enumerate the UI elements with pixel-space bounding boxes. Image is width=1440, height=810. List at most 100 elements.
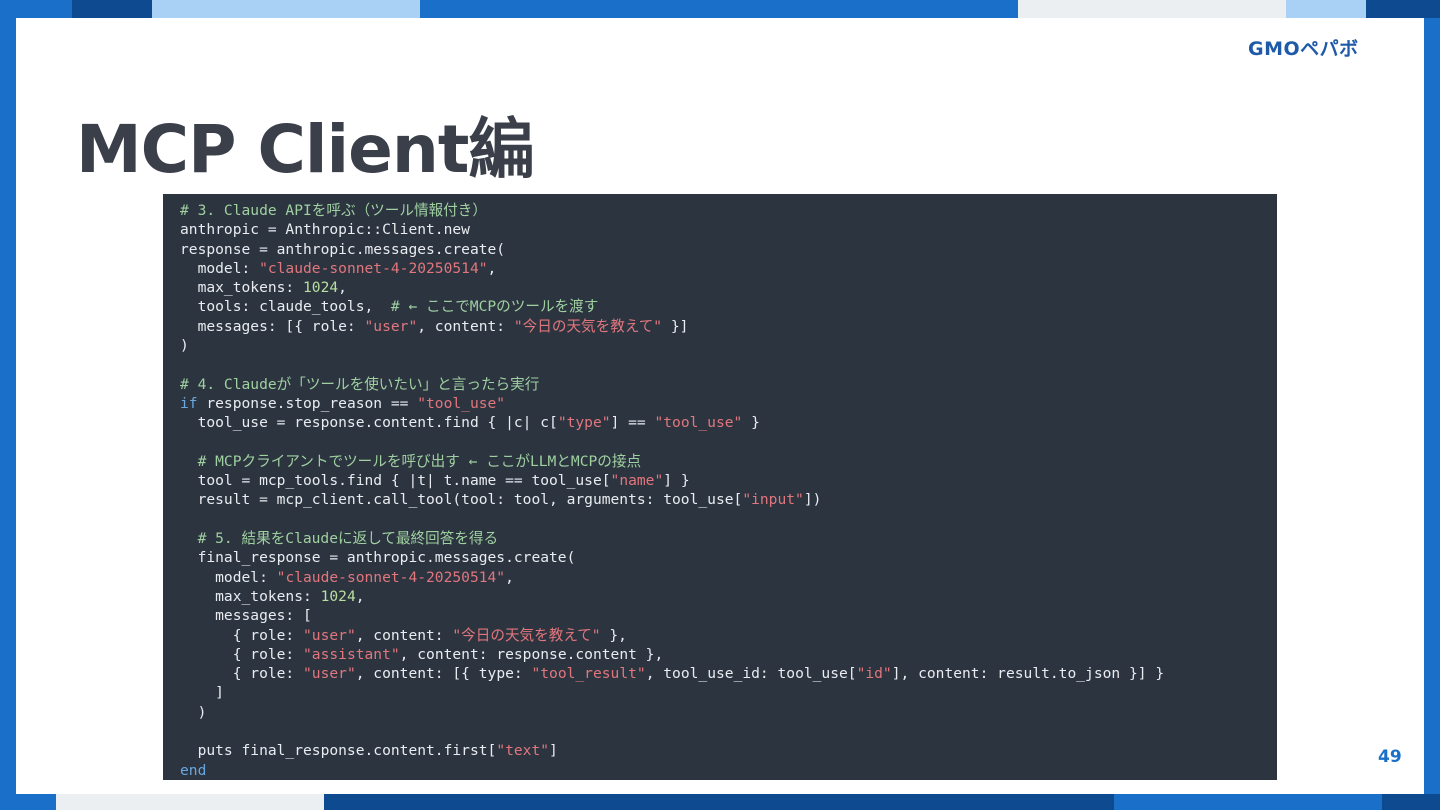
code-line: max_tokens: 1024, xyxy=(180,587,1164,606)
code-token-plain: model: xyxy=(180,568,277,586)
bottom-frame-stripe xyxy=(0,794,1440,810)
code-token-string: "今日の天気を教えて" xyxy=(452,626,601,644)
code-token-plain: , xyxy=(338,279,347,297)
code-token-string: "tool_result" xyxy=(531,665,646,683)
code-token-plain: , content: xyxy=(417,317,514,335)
code-token-keyword: if xyxy=(180,394,198,412)
gmo-pepabo-logo: GMOペパボ xyxy=(1248,36,1359,60)
code-token-comment: # 4. Claudeが「ツールを使いたい」と言ったら実行 xyxy=(180,375,540,393)
code-token-string: "user" xyxy=(364,317,418,335)
code-line: tools: claude_tools, # ← ここでMCPのツールを渡す xyxy=(180,297,1164,316)
code-token-plain: , content: xyxy=(355,626,453,644)
code-token-string: "id" xyxy=(856,665,892,683)
code-token-comment: # ← ここでMCPのツールを渡す xyxy=(390,298,599,316)
code-line: puts final_response.content.first["text"… xyxy=(180,741,1164,760)
code-line: # 5. 結果をClaudeに返して最終回答を得る xyxy=(180,529,1164,548)
frame-segment xyxy=(72,0,152,18)
code-token-plain: ] xyxy=(180,684,224,702)
code-token-plain: max_tokens: xyxy=(180,587,321,605)
logo-wordmark: GMOペパボ xyxy=(1248,37,1359,60)
code-token-plain: puts final_response.content.first[ xyxy=(180,742,497,760)
code-token-plain: result = mcp_client.call_tool(tool: tool… xyxy=(180,491,743,509)
code-line: tool_use = response.content.find { |c| c… xyxy=(180,413,1164,432)
code-token-plain: ] xyxy=(549,742,558,760)
code-token-plain: , tool_use_id: tool_use[ xyxy=(645,665,857,683)
code-line: model: "claude-sonnet-4-20250514", xyxy=(180,568,1164,587)
code-line: if response.stop_reason == "tool_use" xyxy=(180,394,1164,413)
code-token-plain: , xyxy=(355,587,365,605)
frame-segment xyxy=(324,794,1114,810)
code-token-string: "assistant" xyxy=(303,645,400,663)
code-token-plain: { role: xyxy=(180,665,304,683)
code-line: { role: "user", content: [{ type: "tool_… xyxy=(180,664,1164,683)
code-line: ) xyxy=(180,703,1164,722)
code-token-string: "user" xyxy=(303,665,356,683)
code-token-plain: final_response = anthropic.messages.crea… xyxy=(180,549,576,567)
code-block: # 3. Claude APIを呼ぶ（ツール情報付き） anthropic = A… xyxy=(163,194,1277,780)
code-token-plain: , xyxy=(487,259,497,277)
frame-segment xyxy=(420,0,1018,18)
code-token-plain: ] } xyxy=(663,472,690,490)
code-line: ) xyxy=(180,336,1164,355)
left-frame-bar xyxy=(0,18,16,794)
code-line: model: "claude-sonnet-4-20250514", xyxy=(180,259,1164,278)
code-line: end xyxy=(180,761,1164,780)
code-line: # 3. Claude APIを呼ぶ（ツール情報付き） xyxy=(180,201,1164,220)
code-line: # MCPクライアントでツールを呼び出す ← ここがLLMとMCPの接点 xyxy=(180,452,1164,471)
code-token-comment: # 5. 結果をClaudeに返して最終回答を得る xyxy=(197,530,499,548)
code-token-comment: # MCPクライアントでツールを呼び出す ← ここがLLMとMCPの接点 xyxy=(197,452,642,470)
code-token-string: "text" xyxy=(496,742,550,760)
code-line: messages: [ xyxy=(180,606,1164,625)
code-line: # 4. Claudeが「ツールを使いたい」と言ったら実行 xyxy=(180,375,1164,394)
frame-segment xyxy=(1286,0,1366,18)
code-token-string: "tool_use" xyxy=(654,414,743,432)
code-token-plain: anthropic = Anthropic::Client.new xyxy=(180,221,470,239)
code-token-plain: }] xyxy=(662,317,689,335)
frame-segment xyxy=(1114,794,1382,810)
frame-segment xyxy=(1366,0,1440,18)
frame-segment xyxy=(56,794,324,810)
code-token-plain: } xyxy=(742,414,760,432)
code-token-plain: , content: [{ type: xyxy=(355,665,532,683)
code-token-plain: { role: xyxy=(180,626,304,644)
code-token-string: "claude-sonnet-4-20250514" xyxy=(276,568,506,586)
code-token-plain: messages: [{ role: xyxy=(180,317,365,335)
code-token-string: "type" xyxy=(557,414,611,432)
code-token-plain: ) xyxy=(180,703,207,721)
code-line: messages: [{ role: "user", content: "今日の… xyxy=(180,317,1164,336)
code-line: { role: "user", content: "今日の天気を教えて" }, xyxy=(180,626,1164,645)
frame-segment xyxy=(0,0,72,18)
code-token-plain: model: xyxy=(180,259,260,277)
code-token-plain: tool_use = response.content.find { |c| c… xyxy=(180,414,558,432)
code-token-plain: tools: claude_tools, xyxy=(180,298,391,316)
code-token-plain: ], content: result.to_json }] } xyxy=(891,665,1165,683)
frame-segment xyxy=(0,794,56,810)
code-line: { role: "assistant", content: response.c… xyxy=(180,645,1164,664)
code-token-plain: ) xyxy=(180,337,189,355)
right-frame-bar xyxy=(1424,18,1440,794)
code-line: tool = mcp_tools.find { |t| t.name == to… xyxy=(180,471,1164,490)
code-token-string: "今日の天気を教えて" xyxy=(513,317,663,335)
code-token-string: "tool_use" xyxy=(417,394,506,412)
code-token-plain: , content: response.content }, xyxy=(399,645,664,663)
code-line: response = anthropic.messages.create( xyxy=(180,240,1164,259)
code-token-number: 1024 xyxy=(320,587,356,605)
code-token-keyword: end xyxy=(180,761,207,779)
code-token-plain: , xyxy=(505,568,514,586)
code-token-comment: # 3. Claude APIを呼ぶ（ツール情報付き） xyxy=(180,202,487,219)
code-token-string: "name" xyxy=(610,472,664,490)
code-line: max_tokens: 1024, xyxy=(180,278,1164,297)
code-line: anthropic = Anthropic::Client.new xyxy=(180,220,1164,239)
code-token-plain: max_tokens: xyxy=(180,279,304,297)
code-token-plain: ]) xyxy=(803,491,822,509)
code-line: result = mcp_client.call_tool(tool: tool… xyxy=(180,490,1164,509)
code-token-string: "input" xyxy=(742,491,804,509)
code-listing: # 3. Claude APIを呼ぶ（ツール情報付き） anthropic = A… xyxy=(180,201,1164,780)
code-token-plain: ] == xyxy=(610,414,655,432)
